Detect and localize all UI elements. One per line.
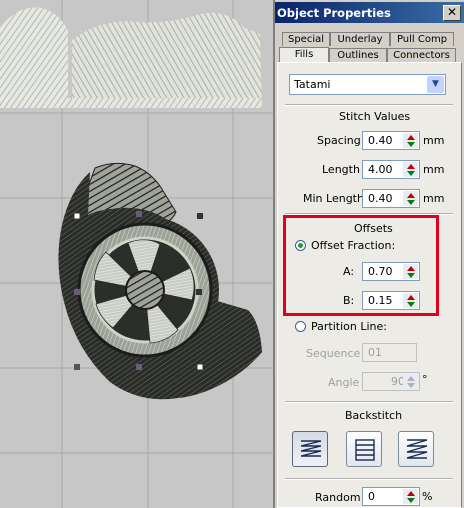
spacing-stepper[interactable]: 0.40 — [362, 131, 420, 150]
spin-arrows-icon[interactable] — [403, 133, 418, 148]
panel-title: Object Properties — [277, 6, 391, 20]
spin-arrows-icon[interactable] — [403, 489, 418, 504]
tab-special[interactable]: Special — [282, 32, 330, 46]
partition-line-radio[interactable] — [295, 321, 306, 332]
backstitch-zigzag-button[interactable] — [398, 431, 434, 467]
tab-fills[interactable]: Fills — [279, 47, 329, 63]
min-length-label: Min Length — [303, 192, 364, 205]
angle-stepper[interactable]: 90. — [362, 372, 420, 391]
spacing-value: 0.40 — [368, 134, 393, 147]
offsets-highlight-box — [283, 215, 439, 316]
fill-type-dropdown[interactable]: Tatami ▼ — [289, 74, 446, 95]
chevron-down-icon[interactable]: ▼ — [427, 76, 444, 93]
length-label: Length — [322, 163, 360, 176]
spacing-unit: mm — [423, 134, 445, 147]
min-length-stepper[interactable]: 0.40 — [362, 189, 420, 208]
spin-arrows-icon[interactable] — [403, 162, 418, 177]
backstitch-diagonal-icon — [406, 439, 428, 459]
tab-outlines[interactable]: Outlines — [329, 48, 387, 62]
spin-arrows-icon[interactable] — [403, 374, 418, 389]
min-length-value: 0.40 — [368, 192, 393, 205]
spin-arrows-icon[interactable] — [403, 191, 418, 206]
wheel-embroidery — [58, 162, 262, 400]
random-label: Random — [315, 491, 361, 504]
backstitch-heading: Backstitch — [345, 409, 403, 422]
min-length-unit: mm — [423, 192, 445, 205]
top-stitch-strips — [0, 7, 262, 108]
backstitch-zigzag-icon — [300, 440, 322, 457]
backstitch-double-button[interactable] — [346, 431, 382, 467]
divider — [285, 478, 453, 480]
backstitch-none-button[interactable] — [292, 431, 328, 467]
length-value: 4.00 — [368, 163, 393, 176]
length-unit: mm — [423, 163, 445, 176]
angle-label: Angle — [328, 376, 360, 389]
tab-connectors[interactable]: Connectors — [387, 48, 456, 62]
divider — [285, 104, 453, 106]
length-stepper[interactable]: 4.00 — [362, 160, 420, 179]
close-icon[interactable]: ✕ — [443, 5, 461, 21]
partition-line-label: Partition Line: — [311, 320, 387, 333]
fill-type-value: Tatami — [294, 78, 331, 91]
sequence-value: 01 — [368, 346, 382, 359]
divider — [285, 401, 453, 403]
sequence-field[interactable]: 01 — [362, 343, 417, 362]
design-canvas-graphic — [0, 0, 273, 508]
random-value: 0 — [368, 490, 375, 503]
angle-unit: ° — [422, 373, 428, 386]
tab-pull-comp[interactable]: Pull Comp — [390, 32, 454, 46]
tab-underlay[interactable]: Underlay — [330, 32, 390, 46]
backstitch-lines-icon — [355, 439, 375, 461]
sequence-label: Sequence — [306, 347, 361, 360]
random-unit: % — [422, 490, 433, 503]
stitch-values-heading: Stitch Values — [339, 110, 411, 123]
spacing-label: Spacing — [317, 134, 361, 147]
random-stepper[interactable]: 0 — [362, 487, 420, 506]
design-canvas[interactable] — [0, 0, 273, 508]
panel-title-bar[interactable]: Object Properties ✕ — [275, 2, 464, 23]
